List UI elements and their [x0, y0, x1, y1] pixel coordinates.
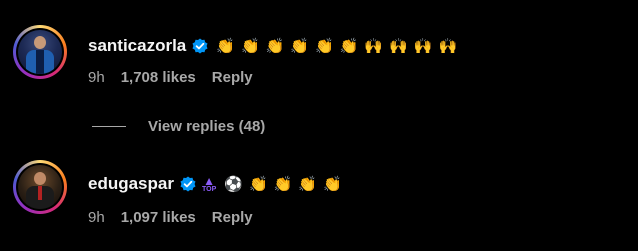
timestamp: 9h — [88, 69, 105, 86]
likes-count[interactable]: 1,097 likes — [121, 209, 196, 226]
clapping-hands-icon: 👏 — [290, 36, 310, 55]
likes-count[interactable]: 1,708 likes — [121, 69, 196, 86]
raising-hands-icon: 🙌 — [364, 36, 384, 55]
divider-line — [92, 126, 126, 127]
username[interactable]: santicazorla — [88, 36, 186, 56]
view-replies-button[interactable]: View replies (48) — [92, 118, 265, 135]
clapping-hands-icon: 👏 — [248, 174, 268, 193]
raising-hands-icon: 🙌 — [438, 36, 458, 55]
clapping-hands-icon: 👏 — [339, 36, 359, 55]
soccer-ball-icon: ⚽ — [224, 174, 243, 193]
username[interactable]: edugaspar — [88, 174, 174, 194]
reply-button[interactable]: Reply — [212, 209, 253, 226]
view-replies-label: View replies (48) — [148, 118, 266, 135]
verified-badge-icon — [192, 38, 208, 54]
avatar-photo — [18, 30, 62, 74]
comment-text: ⚽ 👏 👏 👏 👏 — [224, 174, 347, 193]
avatar[interactable] — [13, 25, 67, 79]
reply-button[interactable]: Reply — [212, 69, 253, 86]
avatar-photo — [18, 165, 62, 209]
clapping-hands-icon: 👏 — [315, 36, 334, 55]
clapping-hands-icon: 👏 — [216, 36, 235, 55]
up-arrow-icon: ▲ — [203, 173, 216, 188]
clapping-hands-icon: 👏 — [323, 174, 342, 193]
clapping-hands-icon: 👏 — [273, 174, 293, 193]
top-badge: ▲ TOP — [201, 173, 217, 193]
timestamp: 9h — [88, 209, 105, 226]
raising-hands-icon: 🙌 — [389, 36, 408, 55]
clapping-hands-icon: 👏 — [240, 36, 260, 55]
avatar[interactable] — [13, 160, 67, 214]
verified-badge-icon — [180, 176, 196, 192]
comment-text: 👏 👏 👏 👏 👏 👏 🙌 🙌 🙌 🙌 — [216, 36, 463, 55]
raising-hands-icon: 🙌 — [413, 36, 433, 55]
clapping-hands-icon: 👏 — [265, 36, 285, 55]
clapping-hands-icon: 👏 — [298, 174, 317, 193]
